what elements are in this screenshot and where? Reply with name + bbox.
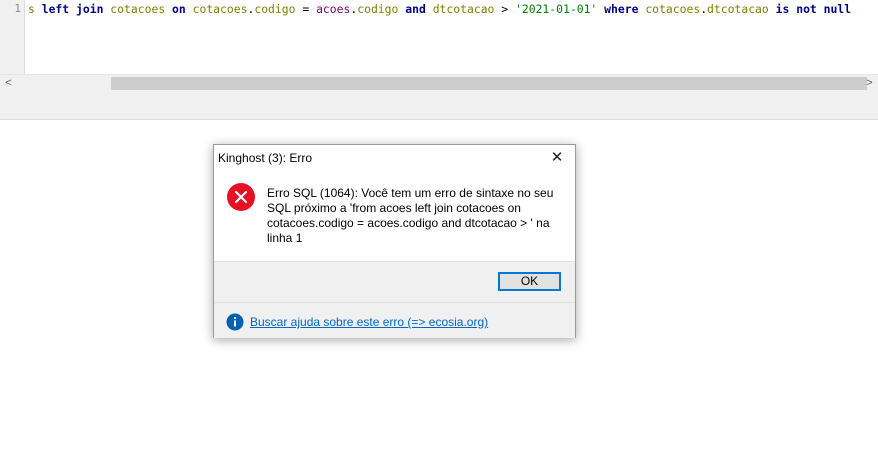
sql-editor[interactable]: 1 s left join cotacoes on cotacoes.codig… [0, 0, 878, 75]
code-token: = [295, 2, 317, 16]
line-gutter: 1 [0, 0, 25, 74]
ok-button[interactable]: OK [498, 272, 561, 291]
code-token: left join [41, 2, 104, 16]
code-token: and [398, 2, 433, 16]
horizontal-scrollbar[interactable]: < > [0, 74, 878, 92]
code-token: where [597, 2, 646, 16]
code-token: '2021-01-01' [515, 2, 598, 16]
close-icon[interactable]: ✕ [545, 147, 569, 169]
scroll-left-arrow[interactable]: < [0, 75, 17, 92]
dialog-title: Kinghost (3): Erro [218, 151, 313, 165]
error-message: Erro SQL (1064): Você tem um erro de sin… [267, 186, 554, 245]
code-token: cotacoes [103, 2, 173, 16]
code-token: codigo [254, 2, 296, 16]
code-token: > [494, 2, 515, 16]
code-token: is not null [768, 2, 852, 16]
dialog-footer: Buscar ajuda sobre este erro (=> ecosia.… [214, 302, 575, 338]
error-dialog: Kinghost (3): Erro ✕ Erro SQL (1064): Vo… [213, 144, 576, 338]
button-row: OK [214, 261, 575, 303]
editor-bottom-strip [0, 92, 878, 120]
code-token: on [172, 2, 186, 16]
code-token: s [28, 2, 42, 16]
scroll-thumb[interactable] [111, 77, 867, 90]
line-number: 1 [14, 2, 21, 15]
code-token: codigo [357, 2, 399, 16]
error-circle-icon [226, 182, 256, 217]
code-line[interactable]: s left join cotacoes on cotacoes.codigo … [28, 2, 878, 17]
code-token: cotacoes [645, 2, 701, 16]
code-token: acoes [316, 2, 351, 16]
help-link[interactable]: Buscar ajuda sobre este erro (=> ecosia.… [250, 315, 488, 329]
code-token: dtcotacao [707, 2, 769, 16]
info-circle-icon [226, 313, 244, 336]
code-token: dtcotacao [432, 2, 495, 16]
scroll-right-arrow[interactable]: > [861, 75, 878, 92]
code-token: cotacoes [185, 2, 248, 16]
